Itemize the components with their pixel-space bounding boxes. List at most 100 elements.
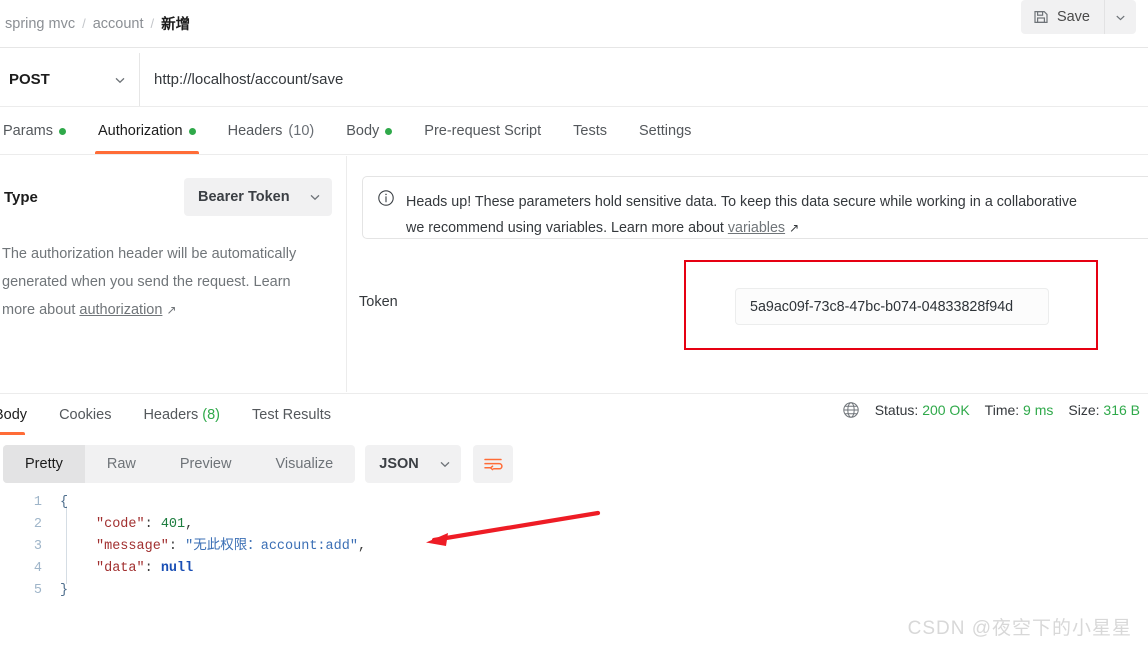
tab-label: Authorization [97,123,183,139]
code-line: "data": null [96,558,366,580]
status-value: 200 OK [922,402,970,418]
token-row: Token 5a9ac09f-73c8-47bc-b074-04833828f9… [348,260,1148,350]
tab-body[interactable]: Body [330,108,408,154]
json-comma: , [357,539,367,554]
tab-label: Params [3,123,53,139]
response-format-value: JSON [379,456,419,472]
line-number: 5 [33,583,42,598]
chevron-down-icon [438,457,452,471]
response-status-bar: Status: 200 OK Time: 9 ms Size: 316 B [842,401,1140,419]
tab-authorization[interactable]: Authorization [82,108,212,154]
save-button-label: Save [1056,9,1090,25]
request-tabs: Params Authorization Headers (10) Body P… [0,107,1148,155]
json-colon: : [144,517,161,532]
tab-label: Body [346,123,380,139]
auth-help-line3: more about [2,302,80,318]
http-method-value: POST [9,71,50,88]
response-tab-cookies[interactable]: Cookies [43,395,127,435]
token-label: Token [359,294,398,310]
tab-label: Test Results [252,407,331,423]
floppy-disk-icon [1033,9,1049,25]
authorization-pane: Type Bearer Token The authorization head… [0,156,1148,392]
word-wrap-icon [483,455,503,473]
url-bar: POST http://localhost/account/save [0,53,1148,107]
code-line: "code": 401, [96,514,366,536]
tab-headers[interactable]: Headers (10) [212,108,331,154]
tab-tests[interactable]: Tests [557,108,623,154]
code-text[interactable]: "code": 401, "message": "无此权限：account:ad… [96,492,366,580]
red-arrow-annotation [426,510,601,546]
red-highlight-box: 5a9ac09f-73c8-47bc-b074-04833828f94d [684,260,1098,350]
json-value: null [160,561,194,576]
line-number: 2 [33,517,42,532]
auth-type-row: Type Bearer Token [0,156,346,216]
auth-detail-column: Heads up! These parameters hold sensitiv… [348,156,1148,392]
time-label: Time: [984,402,1020,418]
status-label: Status: [874,402,919,418]
breadcrumb-item-folder[interactable]: account [93,16,144,32]
time-value: 9 ms [1023,402,1054,418]
tab-label: Cookies [59,407,112,423]
response-view-bar: Pretty Raw Preview Visualize JSON [0,443,1148,485]
size-value: 316 B [1103,402,1140,418]
modified-dot-icon [58,127,66,135]
tab-label: Headers [227,123,283,139]
auth-type-select[interactable]: Bearer Token [184,178,332,216]
breadcrumb-item-current: 新增 [161,17,191,33]
response-format-select[interactable]: JSON [365,445,462,483]
authorization-link[interactable]: authorization [79,302,162,318]
notice-line-1: Heads up! These parameters hold sensitiv… [406,194,1078,210]
auth-help-line2: generated when you send the request. Lea… [2,274,291,290]
response-tab-headers[interactable]: Headers (8) [127,395,236,435]
modified-dot-icon [385,127,393,135]
word-wrap-toggle[interactable] [473,445,514,483]
response-tab-body[interactable]: Body [0,395,43,435]
url-input[interactable]: http://localhost/account/save [140,53,1148,106]
tab-label: Tests [573,123,607,139]
notice-line-2: we recommend using variables. Learn more… [406,215,1077,238]
breadcrumb-separator: / [82,16,86,31]
line-number: 3 [33,539,42,554]
tab-params[interactable]: Params [0,108,82,154]
breadcrumb: spring mvc / account / 新增 [0,13,190,34]
tab-label: Body [0,407,28,423]
json-value: 401 [160,517,186,532]
token-input[interactable]: 5a9ac09f-73c8-47bc-b074-04833828f94d [735,288,1049,325]
view-mode-visualize[interactable]: Visualize [253,445,355,483]
response-tab-test-results[interactable]: Test Results [236,395,347,435]
json-key: "code" [96,517,145,532]
json-colon: : [168,539,186,554]
breadcrumb-item-workspace[interactable]: spring mvc [5,16,75,32]
tab-label: Pre-request Script [424,123,542,139]
view-mode-preview[interactable]: Preview [158,445,254,483]
status-group: Status: 200 OK [875,402,970,418]
sensitive-data-notice: Heads up! These parameters hold sensitiv… [362,176,1148,239]
tab-count: (8) [202,407,220,423]
fold-marker-open[interactable]: { [60,492,74,514]
tab-settings[interactable]: Settings [623,108,707,154]
fold-marker-close[interactable]: } [60,580,74,602]
size-label: Size: [1068,402,1100,418]
json-comma: , [185,517,194,532]
view-mode-raw[interactable]: Raw [85,445,158,483]
tab-pre-request-script[interactable]: Pre-request Script [408,108,557,154]
view-mode-pretty[interactable]: Pretty [3,445,85,483]
json-value: "无此权限：account:add" [185,539,358,554]
notice-line-2-text: we recommend using variables. Learn more… [406,220,728,236]
header-bar: spring mvc / account / 新增 Save [0,0,1148,48]
save-dropdown-button[interactable] [1104,0,1136,34]
http-method-select[interactable]: POST [0,53,140,106]
code-fold-markers: { } [60,492,74,602]
info-circle-icon [377,189,395,207]
save-button[interactable]: Save [1020,0,1104,34]
globe-icon [842,401,860,419]
variables-link[interactable]: variables [728,220,785,236]
auth-help-text: The authorization header will be automat… [0,216,336,324]
line-number-gutter: 1 2 3 4 5 [0,492,52,602]
code-line: "message": "无此权限：account:add", [96,536,366,558]
auth-help-line1: The authorization header will be automat… [2,246,297,262]
tab-label: Settings [638,123,692,139]
auth-type-value: Bearer Token [198,189,290,205]
postman-window: spring mvc / account / 新增 Save POST http… [0,0,1148,648]
